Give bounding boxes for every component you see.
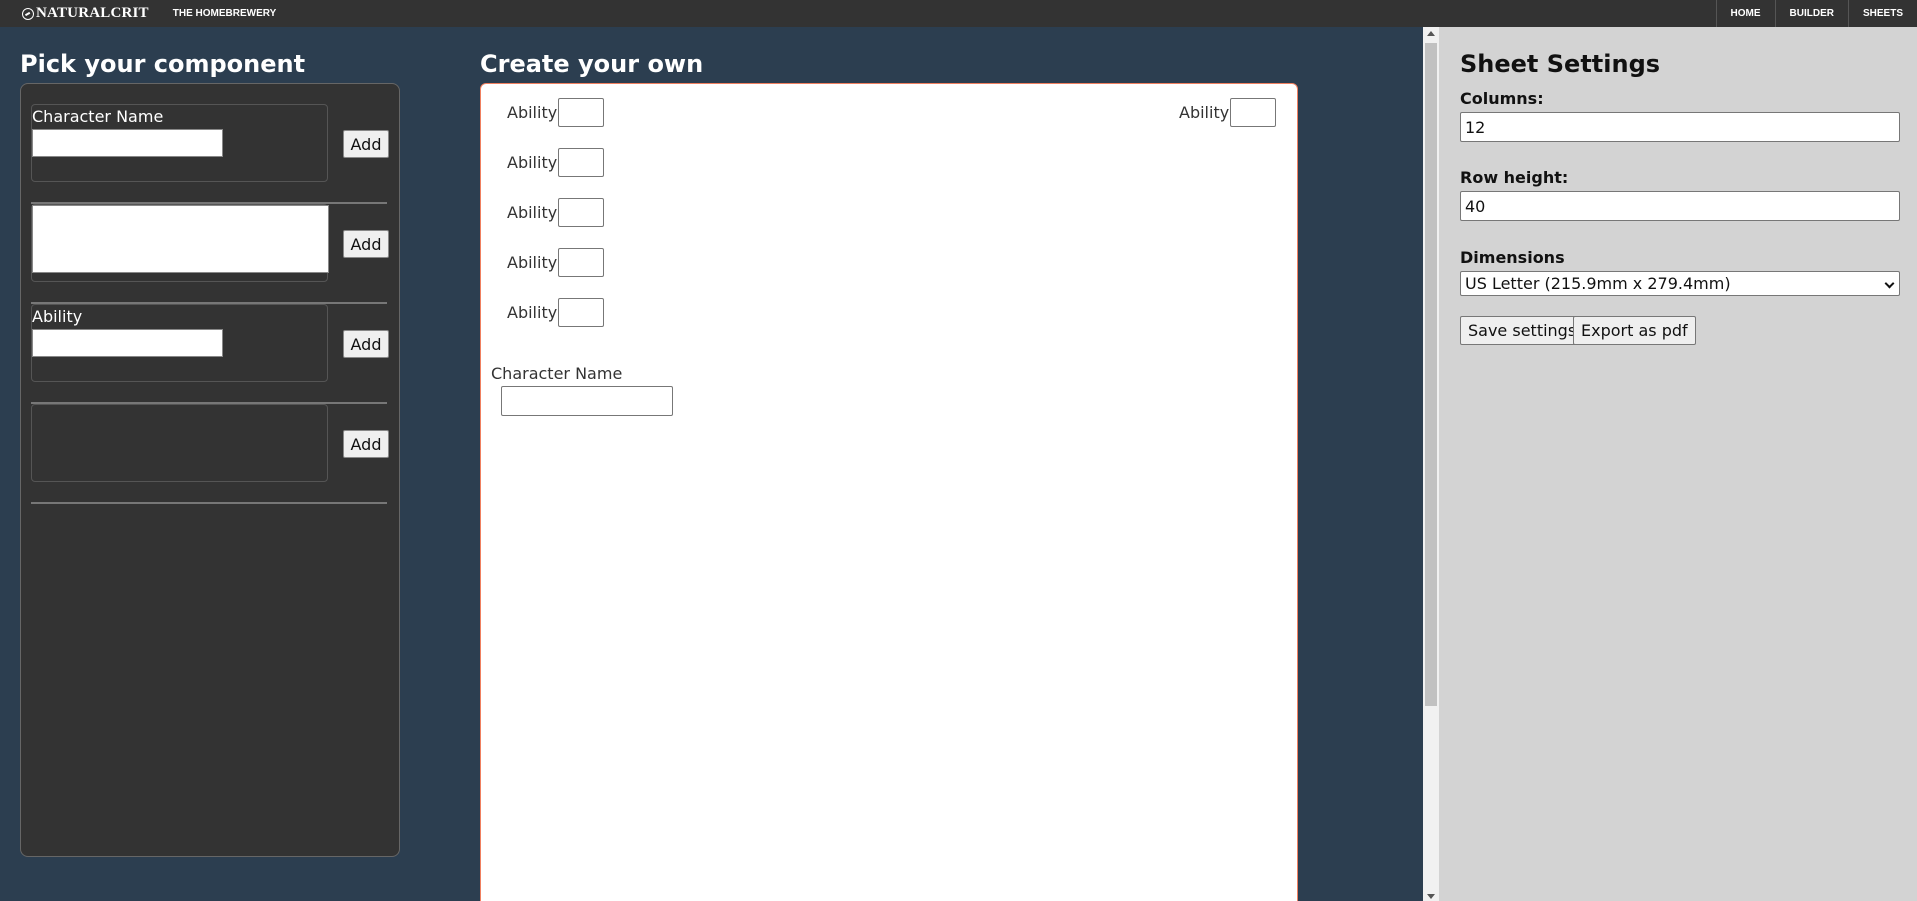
ability-field[interactable]: Ability (507, 248, 605, 277)
ability-label: Ability (507, 303, 558, 322)
component-row-empty: Add (31, 404, 389, 504)
row-height-value: 40 (1465, 196, 1486, 216)
ability-field[interactable]: Ability (1179, 98, 1277, 127)
ability-label: Ability (507, 203, 558, 222)
sheet-settings-title: Sheet Settings (1460, 50, 1661, 78)
ability-input[interactable] (558, 148, 605, 177)
ability-field[interactable]: Ability (507, 298, 605, 327)
nav-sheets[interactable]: SHEETS (1847, 0, 1917, 27)
component-preview (31, 404, 328, 482)
dimensions-value: US Letter (215.9mm x 279.4mm) (1465, 274, 1731, 293)
component-row-textarea: Add (31, 204, 389, 304)
homebrewery-link[interactable]: THE HOMEBREWERY (173, 8, 277, 19)
ability-input[interactable] (558, 98, 605, 127)
export-pdf-button[interactable]: Export as pdf (1573, 316, 1696, 345)
component-preview: Character Name (31, 104, 328, 182)
brand-name: NATURALCRIT (36, 5, 149, 21)
columns-label: Columns: (1460, 89, 1544, 108)
character-name-input[interactable] (501, 386, 673, 416)
add-ability-button[interactable]: Add (343, 330, 389, 358)
ability-field[interactable]: Ability (507, 148, 605, 177)
component-label: Ability (32, 307, 83, 326)
ability-label: Ability (507, 103, 558, 122)
component-label: Character Name (32, 107, 164, 126)
scroll-up-arrow-icon[interactable] (1427, 31, 1435, 36)
pick-component-title: Pick your component (20, 50, 306, 78)
ability-label: Ability (1179, 103, 1230, 122)
sheet-canvas[interactable]: Ability Ability Ability Ability Ability … (480, 83, 1298, 901)
chevron-down-icon (1884, 278, 1895, 289)
character-name-preview-input[interactable] (32, 129, 223, 157)
ability-preview-input[interactable] (32, 329, 223, 357)
ability-label: Ability (507, 253, 558, 272)
ability-label: Ability (507, 153, 558, 172)
columns-input[interactable]: 12 (1460, 112, 1900, 142)
scrollbar-thumb[interactable] (1425, 43, 1437, 706)
row-height-input[interactable]: 40 (1460, 191, 1900, 221)
columns-value: 12 (1465, 117, 1486, 137)
dimensions-label: Dimensions (1460, 248, 1565, 267)
scroll-down-arrow-icon[interactable] (1427, 894, 1435, 899)
add-component-button[interactable]: Add (343, 430, 389, 458)
textarea-preview[interactable] (32, 205, 329, 273)
naturalcrit-logo[interactable]: NATURALCRIT (22, 5, 149, 22)
ability-input[interactable] (558, 198, 605, 227)
row-height-label: Row height: (1460, 168, 1569, 187)
d20-icon (22, 7, 34, 20)
save-settings-button[interactable]: Save settings (1460, 316, 1585, 345)
component-picker-panel: Character Name Add Add Ability Add Add (20, 83, 400, 857)
dimensions-select[interactable]: US Letter (215.9mm x 279.4mm) (1460, 271, 1900, 296)
nav-menu: HOME BUILDER SHEETS (1715, 0, 1917, 27)
sheet-settings-panel: Sheet Settings Columns: 12 Row height: 4… (1439, 27, 1917, 901)
add-character-name-button[interactable]: Add (343, 130, 389, 158)
nav-builder[interactable]: BUILDER (1774, 0, 1848, 27)
ability-field[interactable]: Ability (507, 198, 605, 227)
nav-home[interactable]: HOME (1715, 0, 1775, 27)
ability-field[interactable]: Ability (507, 98, 605, 127)
vertical-scrollbar[interactable] (1423, 27, 1439, 901)
create-your-own-title: Create your own (480, 50, 704, 78)
component-row-character-name: Character Name Add (31, 104, 389, 204)
ability-input[interactable] (558, 298, 605, 327)
component-preview: Ability (31, 304, 328, 382)
character-name-label: Character Name (491, 364, 623, 383)
ability-input[interactable] (1230, 98, 1277, 127)
component-preview (31, 204, 329, 282)
component-row-ability: Ability Add (31, 304, 389, 404)
ability-input[interactable] (558, 248, 605, 277)
top-navbar: NATURALCRIT THE HOMEBREWERY HOME BUILDER… (0, 0, 1917, 27)
add-textarea-button[interactable]: Add (343, 230, 389, 258)
